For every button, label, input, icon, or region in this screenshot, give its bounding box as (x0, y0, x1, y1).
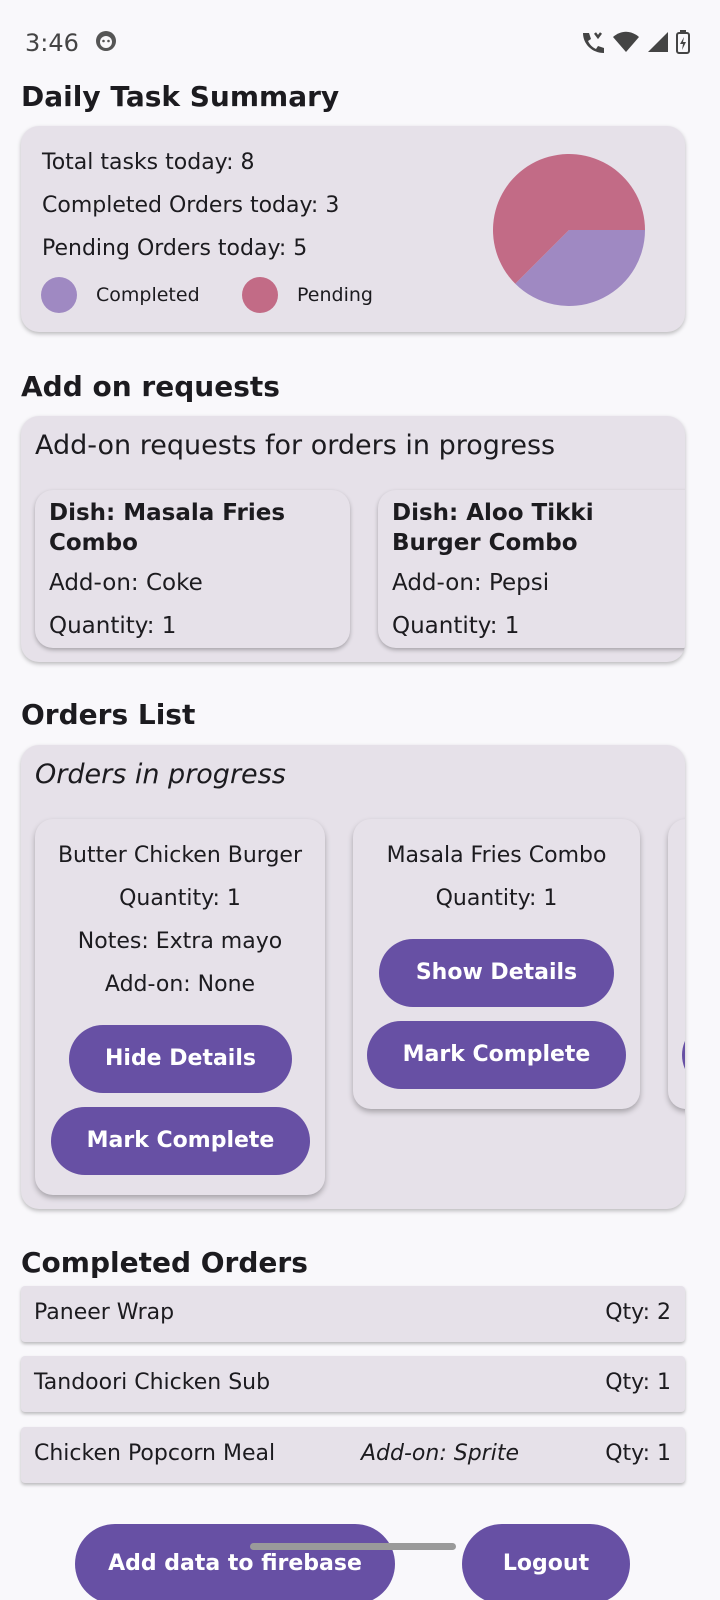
mark-complete-button-partial[interactable] (682, 1021, 685, 1089)
order-notes: Notes: Extra mayo (77, 929, 283, 954)
add-data-firebase-button[interactable]: Add data to firebase (75, 1524, 395, 1600)
legend-completed-dot (41, 277, 77, 313)
summary-card: Total tasks today: 8 Completed Orders to… (21, 126, 685, 332)
mark-complete-button[interactable]: Mark Complete (51, 1107, 310, 1175)
addon-request-card[interactable]: Dish: Masala Fries Combo Add-on: Coke Qu… (35, 490, 350, 648)
order-quantity: Quantity: 1 (119, 886, 241, 911)
completed-order-name: Chicken Popcorn Meal (34, 1441, 276, 1466)
addon-quantity: Quantity: 1 (49, 613, 177, 639)
completed-order-row: Chicken Popcorn Meal Add-on: Sprite Qty:… (21, 1427, 685, 1483)
cell-signal-icon (646, 31, 670, 58)
completed-order-qty: Qty: 2 (605, 1300, 671, 1325)
orders-pie-chart (493, 154, 645, 306)
completed-order-qty: Qty: 1 (605, 1370, 671, 1395)
addons-header: Add-on requests for orders in progress (35, 430, 556, 461)
completed-order-name: Tandoori Chicken Sub (34, 1370, 271, 1395)
addon-item: Add-on: Pepsi (392, 570, 550, 596)
mark-complete-button[interactable]: Mark Complete (367, 1021, 626, 1089)
legend-completed-label: Completed (96, 284, 200, 306)
wifi-calling-icon (580, 30, 606, 59)
battery-icon (676, 30, 690, 59)
order-name: Masala Fries Combo (386, 843, 607, 868)
addon-request-card[interactable]: Dish: Aloo Tikki Burger Combo Add-on: Pe… (378, 490, 685, 648)
completed-orders-text: Completed Orders today: 3 (42, 193, 340, 218)
order-name: Butter Chicken Burger (57, 843, 303, 868)
legend-pending-label: Pending (297, 284, 373, 306)
order-card: Butter Chicken Burger Quantity: 1 Notes:… (35, 819, 325, 1195)
completed-order-row: Tandoori Chicken Sub Qty: 1 (21, 1356, 685, 1412)
orders-card: Orders in progress Butter Chicken Burger… (21, 745, 685, 1209)
logout-button[interactable]: Logout (462, 1524, 630, 1600)
total-tasks-text: Total tasks today: 8 (42, 150, 255, 175)
completed-order-addon: Add-on: Sprite (361, 1441, 519, 1466)
order-card-partial[interactable] (668, 819, 685, 1109)
addons-card: Add-on requests for orders in progress D… (21, 416, 685, 662)
notification-app-icon (95, 30, 117, 57)
pending-orders-text: Pending Orders today: 5 (42, 236, 308, 261)
order-quantity: Quantity: 1 (435, 886, 558, 911)
status-time: 3:46 (25, 29, 79, 57)
completed-order-name: Paneer Wrap (34, 1300, 175, 1325)
addons-title: Add on requests (21, 370, 280, 403)
order-addon: Add-on: None (104, 972, 256, 997)
addon-dish: Dish: Aloo Tikki Burger Combo (392, 500, 594, 556)
hide-details-button[interactable]: Hide Details (69, 1025, 292, 1093)
completed-order-qty: Qty: 1 (605, 1441, 671, 1466)
addon-dish: Dish: Masala Fries Combo (49, 500, 286, 556)
completed-order-row: Paneer Wrap Qty: 2 (21, 1286, 685, 1342)
orders-header: Orders in progress (35, 759, 286, 790)
addon-item: Add-on: Coke (49, 570, 203, 596)
completed-title: Completed Orders (21, 1246, 308, 1279)
show-details-button[interactable]: Show Details (379, 939, 614, 1007)
order-card: Masala Fries Combo Quantity: 1 Show Deta… (353, 819, 640, 1109)
summary-title: Daily Task Summary (21, 80, 340, 113)
gesture-nav-handle[interactable] (250, 1543, 456, 1550)
status-bar: 3:46 (0, 0, 720, 86)
legend-pending-dot (242, 277, 278, 313)
orders-title: Orders List (21, 698, 196, 731)
addon-quantity: Quantity: 1 (392, 613, 520, 639)
wifi-icon (612, 31, 640, 58)
